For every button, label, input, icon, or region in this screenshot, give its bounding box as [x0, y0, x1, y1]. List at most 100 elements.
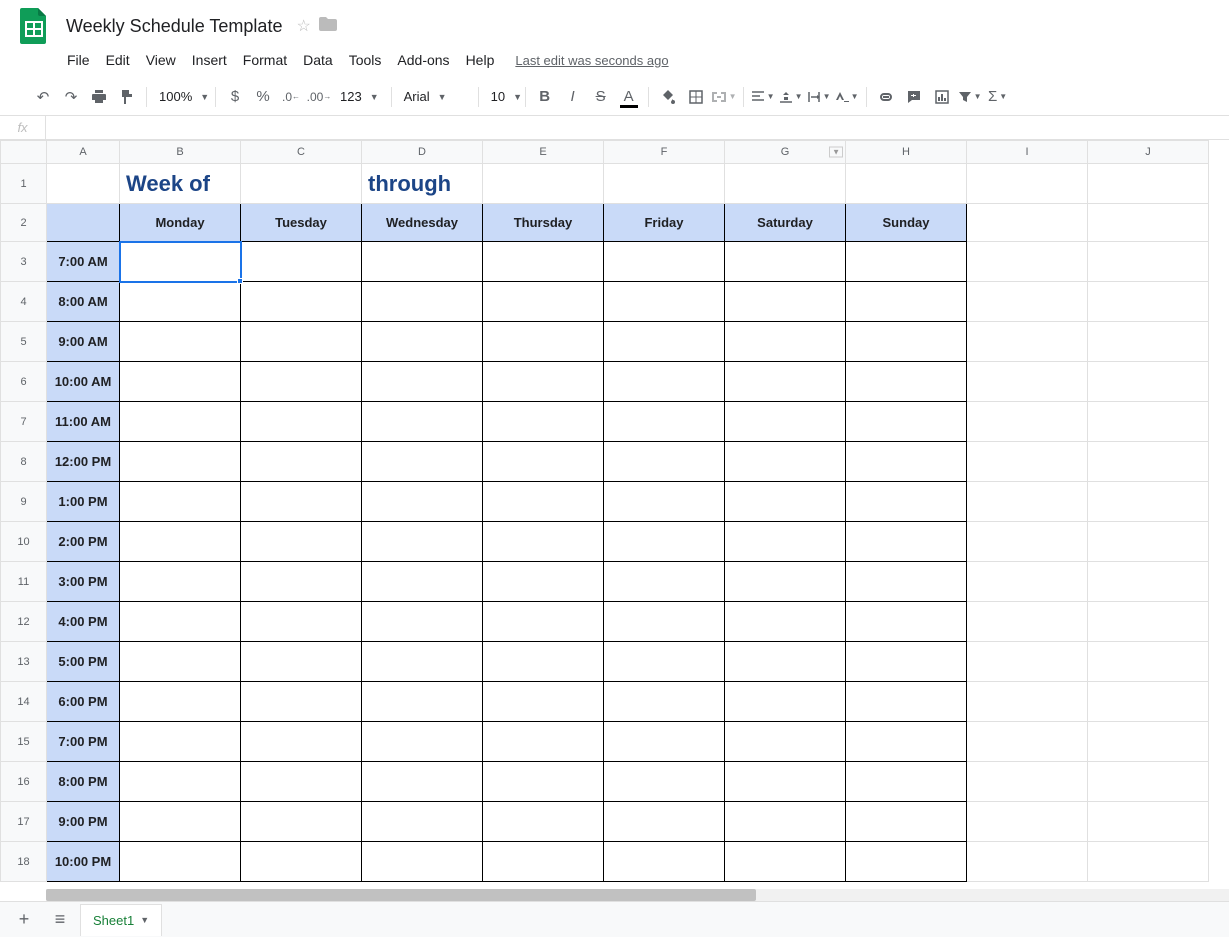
- time-cell-15[interactable]: 7:00 PM: [47, 722, 120, 762]
- cell-I12[interactable]: [967, 602, 1088, 642]
- menu-data[interactable]: Data: [296, 48, 340, 72]
- cell-J7[interactable]: [1088, 402, 1209, 442]
- cell-J10[interactable]: [1088, 522, 1209, 562]
- cell-G12[interactable]: [725, 602, 846, 642]
- cell-D9[interactable]: [362, 482, 483, 522]
- day-header-tuesday[interactable]: Tuesday: [241, 204, 362, 242]
- cell-C11[interactable]: [241, 562, 362, 602]
- cell-B11[interactable]: [120, 562, 241, 602]
- time-cell-9[interactable]: 1:00 PM: [47, 482, 120, 522]
- cell-E5[interactable]: [483, 322, 604, 362]
- cell-J5[interactable]: [1088, 322, 1209, 362]
- cell-J9[interactable]: [1088, 482, 1209, 522]
- number-format-select[interactable]: 123▼: [334, 87, 385, 106]
- cell-I2[interactable]: [967, 204, 1088, 242]
- cell-G10[interactable]: [725, 522, 846, 562]
- cell-J6[interactable]: [1088, 362, 1209, 402]
- cell-I15[interactable]: [967, 722, 1088, 762]
- cell-F13[interactable]: [604, 642, 725, 682]
- cell-J1[interactable]: [1088, 164, 1209, 204]
- star-icon[interactable]: ☆: [296, 16, 310, 36]
- cell-F18[interactable]: [604, 842, 725, 882]
- time-cell-13[interactable]: 5:00 PM: [47, 642, 120, 682]
- time-cell-12[interactable]: 4:00 PM: [47, 602, 120, 642]
- cell-E14[interactable]: [483, 682, 604, 722]
- cell-E3[interactable]: [483, 242, 604, 282]
- cell-I1[interactable]: [967, 164, 1088, 204]
- cell-F5[interactable]: [604, 322, 725, 362]
- cell-G15[interactable]: [725, 722, 846, 762]
- formula-input[interactable]: [46, 116, 1229, 139]
- cell-E8[interactable]: [483, 442, 604, 482]
- row-header-7[interactable]: 7: [1, 402, 47, 442]
- cell-I5[interactable]: [967, 322, 1088, 362]
- text-wrap-button[interactable]: ▼: [806, 84, 832, 110]
- cell-H7[interactable]: [846, 402, 967, 442]
- cell-D5[interactable]: [362, 322, 483, 362]
- sheets-logo-icon[interactable]: [16, 8, 52, 44]
- cell-I17[interactable]: [967, 802, 1088, 842]
- cell-C10[interactable]: [241, 522, 362, 562]
- column-header-H[interactable]: H: [846, 141, 967, 164]
- decrease-decimal-button[interactable]: .0←: [278, 84, 304, 110]
- time-cell-8[interactable]: 12:00 PM: [47, 442, 120, 482]
- cell-J12[interactable]: [1088, 602, 1209, 642]
- time-cell-14[interactable]: 6:00 PM: [47, 682, 120, 722]
- undo-button[interactable]: ↶: [30, 84, 56, 110]
- cell-D10[interactable]: [362, 522, 483, 562]
- cell-J18[interactable]: [1088, 842, 1209, 882]
- cell-J17[interactable]: [1088, 802, 1209, 842]
- cell-J14[interactable]: [1088, 682, 1209, 722]
- cell-C16[interactable]: [241, 762, 362, 802]
- move-folder-icon[interactable]: [319, 17, 337, 36]
- menu-tools[interactable]: Tools: [342, 48, 389, 72]
- cell-D15[interactable]: [362, 722, 483, 762]
- row-header-17[interactable]: 17: [1, 802, 47, 842]
- cell-D1[interactable]: through: [362, 164, 483, 204]
- day-header-thursday[interactable]: Thursday: [483, 204, 604, 242]
- cell-E17[interactable]: [483, 802, 604, 842]
- cell-H10[interactable]: [846, 522, 967, 562]
- font-select[interactable]: Arial▼: [398, 87, 472, 106]
- cell-D17[interactable]: [362, 802, 483, 842]
- cell-C7[interactable]: [241, 402, 362, 442]
- cell-C18[interactable]: [241, 842, 362, 882]
- column-header-F[interactable]: F: [604, 141, 725, 164]
- column-dropdown-icon[interactable]: ▼: [829, 147, 843, 158]
- cell-D7[interactable]: [362, 402, 483, 442]
- cell-J8[interactable]: [1088, 442, 1209, 482]
- menu-help[interactable]: Help: [459, 48, 502, 72]
- row-header-16[interactable]: 16: [1, 762, 47, 802]
- row-header-5[interactable]: 5: [1, 322, 47, 362]
- cell-C5[interactable]: [241, 322, 362, 362]
- row-header-14[interactable]: 14: [1, 682, 47, 722]
- increase-decimal-button[interactable]: .00→: [306, 84, 332, 110]
- menu-file[interactable]: File: [60, 48, 97, 72]
- cell-E12[interactable]: [483, 602, 604, 642]
- cell-F14[interactable]: [604, 682, 725, 722]
- cell-E4[interactable]: [483, 282, 604, 322]
- time-cell-16[interactable]: 8:00 PM: [47, 762, 120, 802]
- cell-B17[interactable]: [120, 802, 241, 842]
- cell-G1[interactable]: [725, 164, 846, 204]
- cell-E9[interactable]: [483, 482, 604, 522]
- cell-E1[interactable]: [483, 164, 604, 204]
- cell-H4[interactable]: [846, 282, 967, 322]
- italic-button[interactable]: I: [560, 84, 586, 110]
- cell-G17[interactable]: [725, 802, 846, 842]
- cell-G4[interactable]: [725, 282, 846, 322]
- cell-G6[interactable]: [725, 362, 846, 402]
- cell-B18[interactable]: [120, 842, 241, 882]
- cell-C3[interactable]: [241, 242, 362, 282]
- currency-button[interactable]: $: [222, 84, 248, 110]
- cell-H13[interactable]: [846, 642, 967, 682]
- cell-C1[interactable]: [241, 164, 362, 204]
- cell-B15[interactable]: [120, 722, 241, 762]
- cell-D12[interactable]: [362, 602, 483, 642]
- cell-H5[interactable]: [846, 322, 967, 362]
- cell-E10[interactable]: [483, 522, 604, 562]
- cell-H18[interactable]: [846, 842, 967, 882]
- last-edit-link[interactable]: Last edit was seconds ago: [515, 53, 668, 68]
- cell-H6[interactable]: [846, 362, 967, 402]
- vertical-align-button[interactable]: ▼: [778, 84, 804, 110]
